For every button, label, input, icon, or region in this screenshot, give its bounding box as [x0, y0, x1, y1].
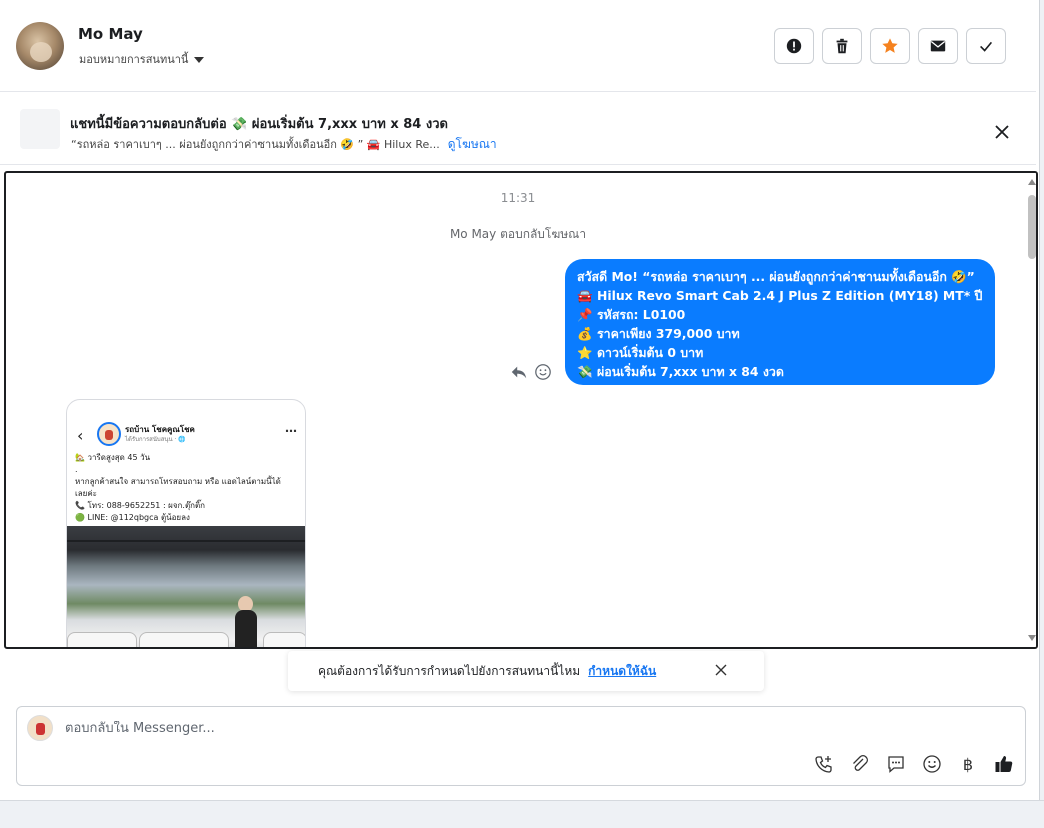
- more-options-icon: ⋯: [285, 424, 297, 438]
- scroll-thumb[interactable]: [1028, 195, 1036, 259]
- check-icon: [980, 41, 993, 52]
- scroll-up-arrow-icon[interactable]: [1028, 179, 1036, 185]
- emoji-reaction-icon[interactable]: [534, 363, 552, 381]
- message-line: 📌 รหัสรถ: L0100: [577, 305, 983, 324]
- envelope-icon: [930, 40, 946, 52]
- thread-scrollbar[interactable]: [1026, 173, 1036, 647]
- star-emoji-icon: ⭐: [577, 345, 593, 360]
- message-text: ผ่อนเริ่มต้น 7,xxx บาท x 84 งวด: [597, 364, 784, 379]
- call-add-icon[interactable]: [813, 753, 835, 775]
- page-avatar: [27, 715, 53, 741]
- flying-money-emoji-icon: 💸: [577, 364, 593, 379]
- post-text: 🏡 วารีดสูงสุด 45 วัน . หากลูกค้าสนใจ สาม…: [75, 452, 301, 524]
- contact-name[interactable]: Mo May: [78, 25, 143, 43]
- assign-to-me-link[interactable]: กำหนดให้ฉัน: [588, 662, 656, 681]
- ad-snippet: “รถหล่อ ราคาเบาๆ ... ผ่อนยังถูกกว่าค่าซา…: [71, 138, 440, 151]
- close-icon[interactable]: [992, 122, 1012, 142]
- car-lot-photo: [67, 526, 305, 647]
- assign-label: มอบหมายการสนทนานี้: [79, 53, 189, 66]
- message-text: Hilux Revo Smart Cab 2.4 J Plus Z Editio…: [597, 288, 983, 303]
- baht-icon[interactable]: ฿: [957, 753, 979, 775]
- saved-reply-icon[interactable]: [885, 753, 907, 775]
- star-icon: [882, 38, 898, 53]
- message-text: ราคาเพียง 379,000 บาท: [597, 326, 740, 341]
- incoming-image-message[interactable]: ‹ รถบ้าน โชคคูณโชค ได้รับการสนับสนุน · 🌐…: [66, 399, 306, 647]
- star-button[interactable]: [870, 28, 910, 64]
- message-text: ดาวน์เริ่มต้น 0 บาท: [597, 345, 704, 360]
- page-avatar: [97, 422, 121, 446]
- mark-spam-button[interactable]: [774, 28, 814, 64]
- post-line: 🏡 วารีดสูงสุด 45 วัน: [75, 453, 151, 462]
- outgoing-message-bubble[interactable]: สวัสดี Mo! “รถหล่อ ราคาเบาๆ ... ผ่อนยังถ…: [565, 259, 995, 385]
- attach-icon[interactable]: [849, 753, 871, 775]
- back-arrow-icon: ‹: [77, 426, 84, 445]
- thumbs-up-icon[interactable]: [993, 753, 1015, 775]
- reply-input[interactable]: [65, 721, 665, 736]
- alert-circle-icon: [786, 38, 802, 54]
- ad-reply-note: Mo May ตอบกลับโฆษณา: [449, 227, 587, 241]
- close-icon[interactable]: [714, 663, 728, 677]
- post-line: .: [75, 465, 78, 474]
- post-line: 🟢 LINE: @112qbgca ตู้น้อยลง: [75, 513, 190, 522]
- ad-banner-title: แชทนี้มีข้อความตอบกลับต่อ 💸 ผ่อนเริ่มต้น…: [70, 117, 448, 132]
- message-actions: [510, 363, 552, 381]
- pin-emoji-icon: 📌: [577, 307, 593, 322]
- post-line: 📞 โทร: 088-9652251 : ผจก.ตุ๊กติ๊ก: [75, 501, 206, 510]
- money-bag-emoji-icon: 💰: [577, 326, 593, 341]
- trash-icon: [836, 38, 848, 54]
- ad-thumbnail: [20, 109, 60, 149]
- mark-done-button[interactable]: [966, 28, 1006, 64]
- inbox-conversation-panel: Mo May มอบหมายการสนทนานี้ แชทนี้มีข้อควา…: [0, 0, 1040, 800]
- message-text: สวัสดี Mo! “รถหล่อ ราคาเบาๆ ... ผ่อนยังถ…: [577, 269, 975, 284]
- reply-icon[interactable]: [510, 363, 528, 381]
- message-composer: ฿: [16, 706, 1026, 786]
- delete-button[interactable]: [822, 28, 862, 64]
- ad-banner-subtitle: “รถหล่อ ราคาเบาๆ ... ผ่อนยังถูกกว่าค่าซา…: [71, 135, 497, 154]
- contact-avatar[interactable]: [16, 22, 64, 70]
- window-bottom-edge: [0, 800, 1044, 828]
- mark-unread-button[interactable]: [918, 28, 958, 64]
- assign-prompt-text: คุณต้องการได้รับการกำหนดไปยังการสนทนานี้…: [318, 663, 581, 678]
- emoji-icon[interactable]: [921, 753, 943, 775]
- message-text: รหัสรถ: L0100: [597, 307, 686, 322]
- message-thread[interactable]: 11:31 Mo May ตอบกลับโฆษณา สวัสดี Mo! “รถ…: [4, 171, 1038, 649]
- message-line: 🚘 Hilux Revo Smart Cab 2.4 J Plus Z Editi…: [577, 286, 983, 305]
- message-line: ⭐ ดาวน์เริ่มต้น 0 บาท: [577, 343, 983, 362]
- message-timestamp: 11:31: [500, 191, 536, 205]
- view-ad-link[interactable]: ดูโฆษณา: [448, 135, 497, 154]
- post-line: หากลูกค้าสนใจ สามารถโทรสอบถาม หรือ แอดไล…: [75, 477, 281, 486]
- sponsored-label: ได้รับการสนับสนุน · 🌐: [125, 436, 186, 443]
- post-header: ‹ รถบ้าน โชคคูณโชค ได้รับการสนับสนุน · 🌐…: [67, 420, 305, 450]
- message-line: 💸 ผ่อนเริ่มต้น 7,xxx บาท x 84 งวด: [577, 362, 983, 381]
- car-emoji-icon: 🚘: [577, 288, 593, 303]
- assign-conversation-dropdown[interactable]: มอบหมายการสนทนานี้: [79, 50, 205, 68]
- message-line: สวัสดี Mo! “รถหล่อ ราคาเบาๆ ... ผ่อนยังถ…: [577, 267, 983, 286]
- scroll-down-arrow-icon[interactable]: [1028, 635, 1036, 641]
- ad-reply-banner: แชทนี้มีข้อความตอบกลับต่อ 💸 ผ่อนเริ่มต้น…: [0, 93, 1036, 165]
- post-line: เลยค่ะ: [75, 489, 97, 498]
- conversation-header: Mo May มอบหมายการสนทนานี้: [0, 0, 1036, 92]
- message-line: 💰 ราคาเพียง 379,000 บาท: [577, 324, 983, 343]
- assign-to-me-prompt: คุณต้องการได้รับการกำหนดไปยังการสนทนานี้…: [288, 651, 764, 691]
- caret-down-icon: [194, 57, 205, 63]
- composer-toolbar: ฿: [813, 753, 1015, 775]
